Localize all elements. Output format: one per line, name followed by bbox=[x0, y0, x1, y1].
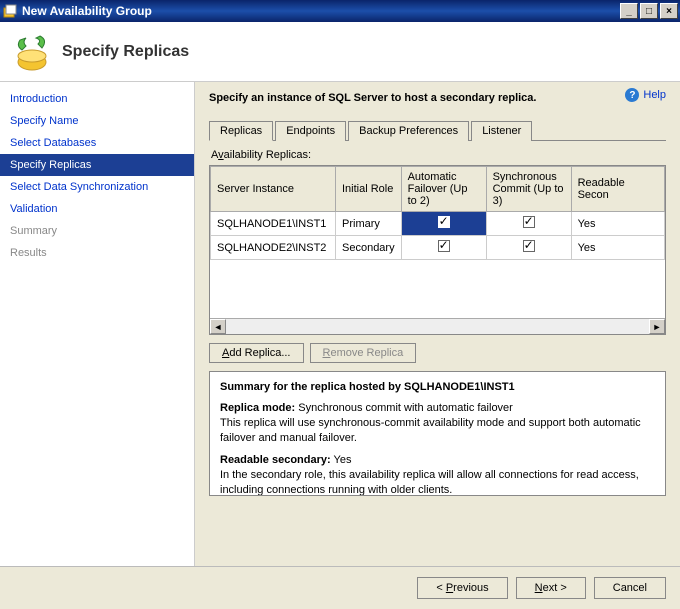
window-title: New Availability Group bbox=[22, 4, 620, 18]
scroll-right-icon[interactable]: ► bbox=[649, 319, 665, 334]
cell-readable[interactable]: Yes bbox=[571, 236, 664, 260]
add-replica-button[interactable]: Add Replica... bbox=[209, 343, 304, 363]
replica-summary-panel: Summary for the replica hosted by SQLHAN… bbox=[209, 371, 666, 496]
remove-replica-button[interactable]: Remove Replica bbox=[310, 343, 417, 363]
col-automatic-failover[interactable]: Automatic Failover (Up to 2) bbox=[401, 167, 486, 212]
summary-title: Summary for the replica hosted by SQLHAN… bbox=[220, 380, 655, 395]
nav-specify-replicas[interactable]: Specify Replicas bbox=[0, 154, 194, 176]
nav-select-databases[interactable]: Select Databases bbox=[0, 132, 194, 154]
nav-specify-name[interactable]: Specify Name bbox=[0, 110, 194, 132]
nav-validation[interactable]: Validation bbox=[0, 198, 194, 220]
scroll-left-icon[interactable]: ◄ bbox=[210, 319, 226, 334]
cell-auto-failover[interactable] bbox=[401, 212, 486, 236]
minimize-button[interactable]: _ bbox=[620, 3, 638, 19]
tab-listener[interactable]: Listener bbox=[471, 121, 532, 141]
cell-role[interactable]: Primary bbox=[336, 212, 402, 236]
cell-auto-failover[interactable] bbox=[401, 236, 486, 260]
table-row: SQLHANODE2\INST2 Secondary Yes bbox=[211, 236, 665, 260]
col-readable-secondary[interactable]: Readable Secon bbox=[571, 167, 664, 212]
tab-backup-preferences[interactable]: Backup Preferences bbox=[348, 121, 469, 141]
col-initial-role[interactable]: Initial Role bbox=[336, 167, 402, 212]
close-button[interactable]: × bbox=[660, 3, 678, 19]
table-row: SQLHANODE1\INST1 Primary Yes bbox=[211, 212, 665, 236]
cell-server[interactable]: SQLHANODE2\INST2 bbox=[211, 236, 336, 260]
page-title: Specify Replicas bbox=[62, 43, 189, 61]
summary-mode-value: Synchronous commit with automatic failov… bbox=[298, 402, 513, 414]
nav-introduction[interactable]: Introduction bbox=[0, 88, 194, 110]
next-button[interactable]: Next > bbox=[516, 577, 586, 599]
previous-button[interactable]: < Previous bbox=[417, 577, 507, 599]
tab-endpoints[interactable]: Endpoints bbox=[275, 121, 346, 141]
replicas-grid[interactable]: Server Instance Initial Role Automatic F… bbox=[209, 165, 666, 335]
scroll-track[interactable] bbox=[226, 319, 649, 334]
cell-sync-commit[interactable] bbox=[486, 212, 571, 236]
summary-mode-label: Replica mode: bbox=[220, 402, 295, 414]
wizard-nav: Introduction Specify Name Select Databas… bbox=[0, 82, 195, 566]
summary-readable-label: Readable secondary: bbox=[220, 454, 331, 466]
col-server-instance[interactable]: Server Instance bbox=[211, 167, 336, 212]
availability-replicas-label: Availability Replicas: bbox=[211, 149, 666, 161]
nav-results[interactable]: Results bbox=[0, 242, 194, 264]
horizontal-scrollbar[interactable]: ◄ ► bbox=[210, 318, 665, 334]
cell-sync-commit[interactable] bbox=[486, 236, 571, 260]
cancel-button[interactable]: Cancel bbox=[594, 577, 666, 599]
instruction-text: Specify an instance of SQL Server to hos… bbox=[209, 92, 666, 104]
nav-select-data-sync[interactable]: Select Data Synchronization bbox=[0, 176, 194, 198]
tab-strip: Replicas Endpoints Backup Preferences Li… bbox=[209, 120, 666, 141]
help-link[interactable]: Help bbox=[643, 89, 666, 101]
summary-mode-desc: This replica will use synchronous-commit… bbox=[220, 417, 641, 444]
cell-server[interactable]: SQLHANODE1\INST1 bbox=[211, 212, 336, 236]
summary-readable-desc: In the secondary role, this availability… bbox=[220, 469, 639, 496]
tab-replicas[interactable]: Replicas bbox=[209, 121, 273, 141]
app-icon bbox=[2, 3, 18, 19]
nav-summary[interactable]: Summary bbox=[0, 220, 194, 242]
maximize-button[interactable]: □ bbox=[640, 3, 658, 19]
wizard-icon bbox=[12, 32, 52, 72]
help-icon: ? bbox=[625, 88, 639, 102]
cell-role[interactable]: Secondary bbox=[336, 236, 402, 260]
col-synchronous-commit[interactable]: Synchronous Commit (Up to 3) bbox=[486, 167, 571, 212]
summary-readable-value: Yes bbox=[334, 454, 352, 466]
cell-readable[interactable]: Yes bbox=[571, 212, 664, 236]
